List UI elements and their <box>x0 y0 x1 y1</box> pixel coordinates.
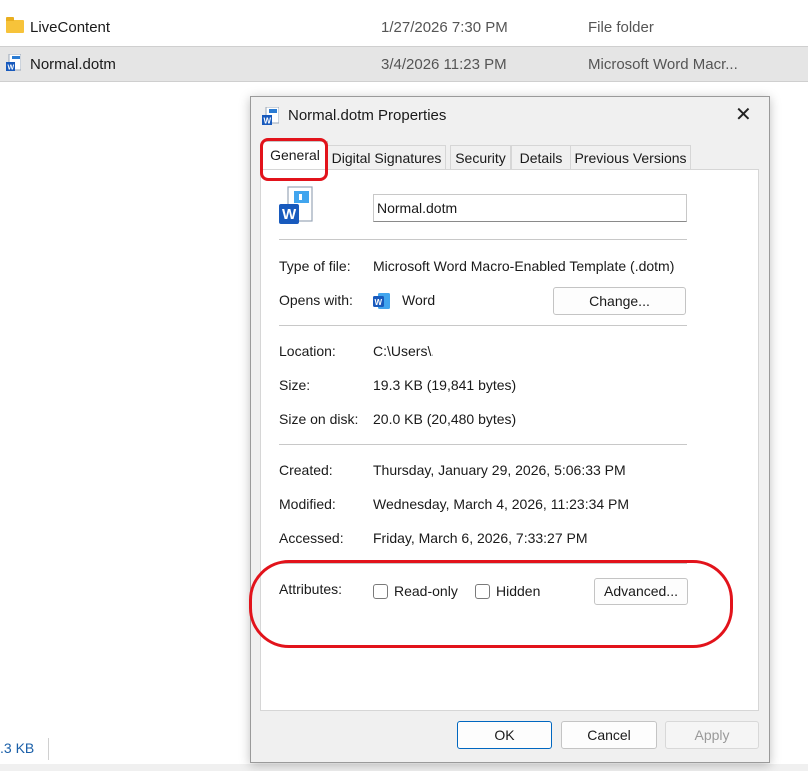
word-template-icon: W <box>279 186 313 224</box>
folder-icon <box>6 17 24 33</box>
svg-text:W: W <box>375 298 383 307</box>
file-type: File folder <box>588 19 654 36</box>
opens-with-label: Opens with: <box>279 292 353 308</box>
modified-label: Modified: <box>279 496 336 512</box>
file-name: LiveContent <box>30 19 111 36</box>
file-name: Normal.dotm <box>30 56 116 73</box>
dialog-title: Normal.dotm Properties <box>288 107 447 124</box>
word-file-icon: W <box>6 54 21 72</box>
size-value: 19.3 KB (19,841 bytes) <box>373 377 517 393</box>
status-divider <box>48 738 49 760</box>
ok-button[interactable]: OK <box>457 721 552 749</box>
modified-value: Wednesday, March 4, 2026, 11:23:34 PM <box>373 496 630 512</box>
tab-previous-versions[interactable]: Previous Versions <box>570 145 691 170</box>
tab-security[interactable]: Security <box>450 145 511 170</box>
accessed-label: Accessed: <box>279 530 344 546</box>
file-date: 1/27/2026 7:30 PM <box>381 19 508 36</box>
file-date: 3/4/2026 11:23 PM <box>381 56 507 73</box>
file-type: Microsoft Word Macr... <box>588 56 738 73</box>
opens-with-value: Word <box>402 292 436 308</box>
properties-dialog: W Normal.dotm Properties ✕ General Digit… <box>250 96 770 763</box>
location-label: Location: <box>279 343 336 359</box>
size-on-disk-label: Size on disk: <box>279 411 359 427</box>
tab-details[interactable]: Details <box>511 145 571 170</box>
file-row-normal-dotm[interactable]: W Normal.dotm 3/4/2026 11:23 PM Microsof… <box>0 46 808 82</box>
close-icon[interactable]: ✕ <box>735 105 752 125</box>
redacted-area <box>433 334 689 366</box>
svg-text:W: W <box>282 206 297 223</box>
general-tab-highlight <box>260 138 328 181</box>
created-label: Created: <box>279 462 333 478</box>
size-on-disk-value: 20.0 KB (20,480 bytes) <box>373 411 517 427</box>
location-value: C:\Users\. <box>373 343 436 359</box>
change-button[interactable]: Change... <box>553 287 686 315</box>
svg-text:W: W <box>264 117 272 126</box>
tab-digital-signatures[interactable]: Digital Signatures <box>327 145 446 170</box>
file-row-livecontent[interactable]: LiveContent 1/27/2026 7:30 PM File folde… <box>0 10 808 44</box>
word-file-icon: W <box>262 107 279 126</box>
accessed-value: Friday, March 6, 2026, 7:33:27 PM <box>373 530 588 546</box>
type-label: Type of file: <box>279 258 351 274</box>
divider <box>279 444 687 445</box>
attributes-highlight <box>249 560 733 648</box>
word-app-icon: W <box>373 293 390 309</box>
status-bar-size: .3 KB <box>0 740 35 756</box>
svg-text:W: W <box>8 65 15 72</box>
type-value: Microsoft Word Macro-Enabled Template (.… <box>373 258 675 274</box>
apply-button[interactable]: Apply <box>665 721 759 749</box>
created-value: Thursday, January 29, 2026, 5:06:33 PM <box>373 462 626 478</box>
file-name-input[interactable]: Normal.dotm <box>373 194 687 222</box>
divider <box>279 325 687 326</box>
cancel-button[interactable]: Cancel <box>561 721 657 749</box>
bottom-strip <box>0 764 808 771</box>
size-label: Size: <box>279 377 311 393</box>
divider <box>279 239 687 240</box>
